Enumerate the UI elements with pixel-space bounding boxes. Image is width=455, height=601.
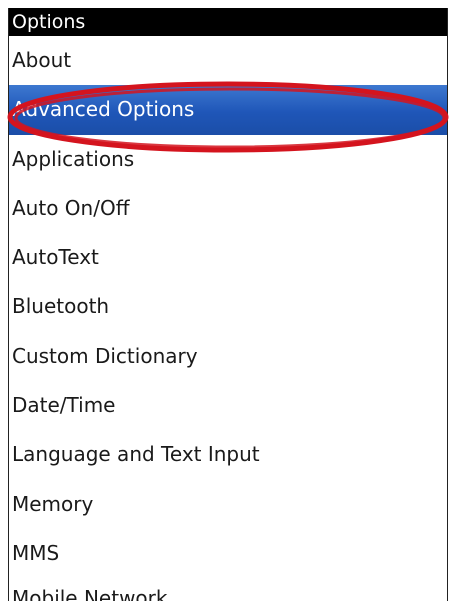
option-mms[interactable]: MMS (9, 529, 447, 578)
option-mobile-network-partial[interactable]: Mobile Network (9, 578, 447, 601)
options-screen: Options About Advanced Options Applicati… (8, 8, 448, 601)
options-list: About Advanced Options Applications Auto… (9, 36, 447, 601)
option-advanced-options[interactable]: Advanced Options (9, 85, 447, 135)
option-date-time[interactable]: Date/Time (9, 381, 447, 430)
option-autotext[interactable]: AutoText (9, 233, 447, 282)
option-language-and-text-input[interactable]: Language and Text Input (9, 430, 447, 479)
option-custom-dictionary[interactable]: Custom Dictionary (9, 332, 447, 381)
option-about[interactable]: About (9, 36, 447, 85)
option-memory[interactable]: Memory (9, 480, 447, 529)
screen-title: Options (9, 8, 447, 36)
option-applications[interactable]: Applications (9, 135, 447, 184)
option-auto-on-off[interactable]: Auto On/Off (9, 184, 447, 233)
option-bluetooth[interactable]: Bluetooth (9, 282, 447, 331)
